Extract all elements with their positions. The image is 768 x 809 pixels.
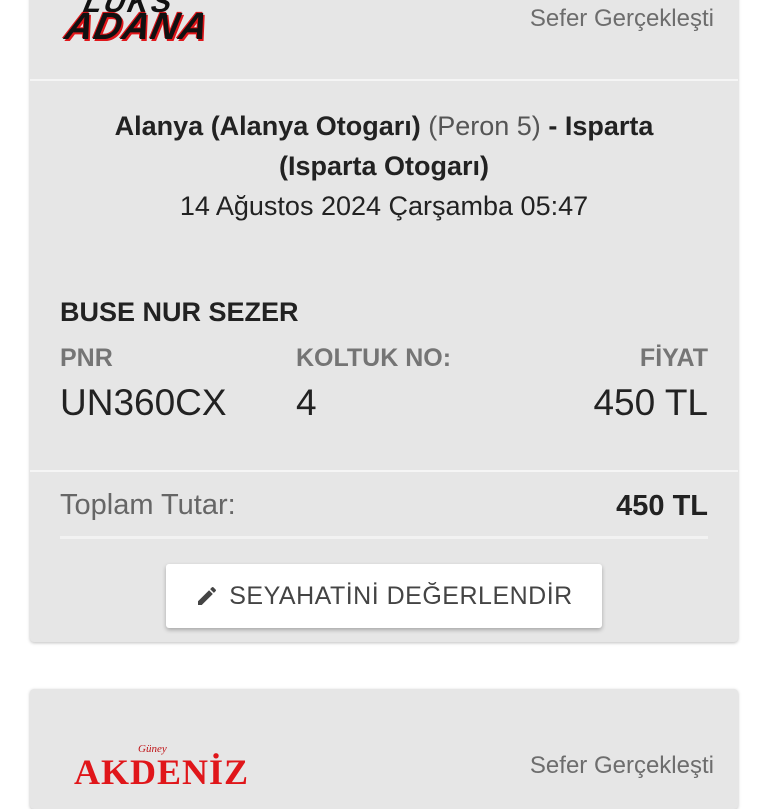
logo-text-bottom: ADANA	[61, 6, 213, 48]
header-divider	[30, 79, 738, 81]
route-line: Alanya (Alanya Otogarı) (Peron 5) - Ispa…	[30, 106, 738, 146]
trip-status: Sefer Gerçekleşti	[529, 5, 714, 32]
departure-station: (Alanya Otogarı)	[210, 111, 421, 141]
total-label: Toplam Tutar:	[60, 489, 236, 521]
platform-number: (Peron 5)	[428, 111, 541, 141]
rate-trip-button[interactable]: SEYAHATİNİ DEĞERLENDİR	[166, 564, 602, 628]
arrival-station: (Isparta Otogarı)	[278, 151, 490, 181]
akdeniz-logo: Güney AKDENİZ	[74, 729, 248, 792]
pnr-value: UN360CX	[60, 382, 227, 423]
seat-value: 4	[296, 382, 317, 423]
trip-card: Güney AKDENİZ Sefer Gerçekleşti	[30, 689, 738, 809]
arrival-city: Isparta	[564, 111, 654, 141]
trip-card: LÜKS ADANA Sefer Gerçekleşti Alanya (Ala…	[30, 0, 738, 642]
price-value: 450 TL	[593, 382, 708, 423]
route-info: Alanya (Alanya Otogarı) (Peron 5) - Ispa…	[30, 106, 738, 226]
logo-text-bottom: AKDENİZ	[74, 752, 250, 792]
pnr-label: PNR	[60, 344, 113, 372]
route-separator: -	[548, 111, 558, 141]
total-underline	[60, 536, 708, 539]
total-amount: 450 TL	[616, 490, 708, 522]
seat-label: KOLTUK NO:	[296, 344, 452, 372]
luks-adana-logo: LÜKS ADANA	[62, 0, 256, 48]
trip-card-header: LÜKS ADANA Sefer Gerçekleşti	[30, 0, 738, 80]
pencil-icon	[195, 584, 219, 608]
rate-trip-button-label: SEYAHATİNİ DEĞERLENDİR	[229, 581, 573, 610]
passenger-name: BUSE NUR SEZER	[60, 297, 299, 327]
departure-city: Alanya	[114, 111, 204, 141]
details-divider	[30, 470, 738, 472]
route-line-2: (Isparta Otogarı)	[30, 146, 738, 186]
price-label: FİYAT	[639, 344, 708, 372]
trip-status: Sefer Gerçekleşti	[529, 752, 714, 779]
departure-datetime: 14 Ağustos 2024 Çarşamba 05:47	[179, 191, 589, 221]
